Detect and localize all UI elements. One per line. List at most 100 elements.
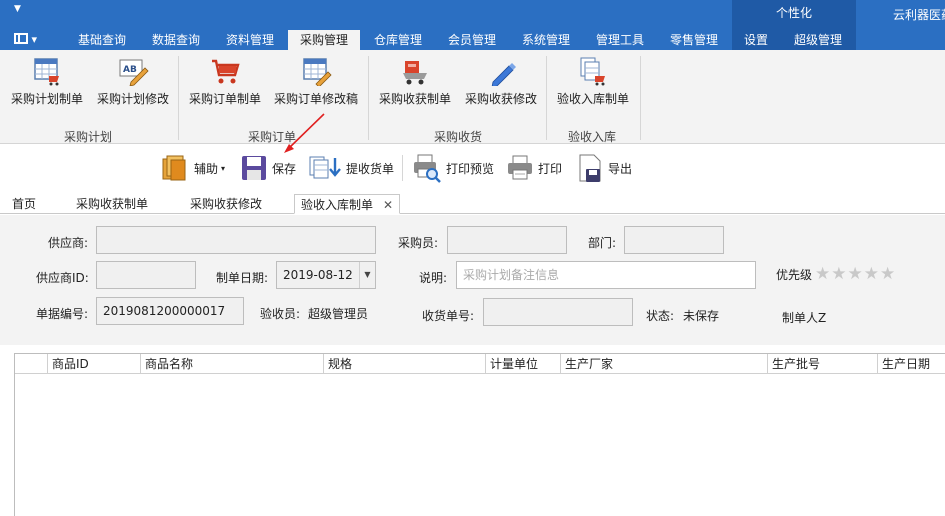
date-label: 制单日期: — [216, 271, 269, 285]
ribbon: 采购计划制单 AB 采购计划修改 采购计划 采购订单制单 采购订单修改稿 采购订… — [0, 50, 945, 144]
ribbon-group-purchase-receive: 采购收货 — [433, 130, 482, 144]
buyer-label: 采购员: — [398, 236, 439, 250]
tab-member-manage[interactable]: 会员管理 — [436, 30, 508, 50]
edit-order-icon — [303, 58, 332, 86]
tab-retail-manage[interactable]: 零售管理 — [658, 30, 730, 50]
column-header-product-name[interactable]: 商品名称 — [140, 354, 323, 374]
ribbon-divider — [546, 56, 547, 140]
ribbon-divider — [640, 56, 641, 140]
save-icon — [242, 156, 266, 180]
buyer-field[interactable] — [447, 226, 567, 254]
toolbar-divider — [402, 155, 403, 181]
print-preview-icon — [414, 154, 441, 183]
doc-tab-home[interactable]: 首页 — [12, 194, 36, 214]
remark-field[interactable]: 采购计划备注信息 — [456, 261, 756, 289]
cart-icon — [212, 59, 240, 84]
grid-header: 商品ID 商品名称 规格 计量单位 生产厂家 生产批号 生产日期 — [15, 354, 945, 374]
column-header-spec[interactable]: 规格 — [323, 354, 485, 374]
doc-tab-receive-edit[interactable]: 采购收获修改 — [190, 194, 262, 214]
tab-super-manage[interactable]: 超级管理 — [786, 30, 850, 50]
doc-no-value: 2019081200000017 — [103, 304, 226, 318]
purchase-order-edit-button[interactable]: 采购订单修改稿 — [272, 56, 360, 114]
app-menu-button[interactable]: ▾ — [14, 32, 44, 48]
export-button[interactable]: 导出 — [576, 153, 632, 183]
stock-in-form: 供应商: 采购员: 部门: 供应商ID: 制单日期: 2019-08-12 ▼ … — [0, 215, 945, 345]
save-label: 保存 — [272, 161, 297, 176]
ribbon-divider — [368, 56, 369, 140]
receipt-no-field[interactable] — [483, 298, 633, 326]
export-icon — [579, 154, 601, 182]
print-preview-button[interactable]: 打印预览 — [412, 153, 494, 183]
product-grid[interactable]: 商品ID 商品名称 规格 计量单位 生产厂家 生产批号 生产日期 — [14, 353, 945, 516]
column-header-unit[interactable]: 计量单位 — [485, 354, 560, 374]
purchase-plan-create-button[interactable]: 采购计划制单 — [8, 56, 86, 114]
dept-label: 部门: — [588, 236, 617, 250]
edit-plan-icon: AB — [119, 59, 149, 86]
column-header-production-date[interactable]: 生产日期 — [877, 354, 945, 374]
tab-data-query[interactable]: 数据查询 — [140, 30, 212, 50]
purchase-receive-edit-button[interactable]: 采购收获修改 — [462, 56, 540, 114]
menu-icon — [14, 33, 28, 44]
personalize-label[interactable]: 个性化 — [776, 4, 812, 21]
title-bar: ▼ 个性化 云利器医药 ▾ 基础查询 数据查询 资料管理 采购管理 仓库管理 会… — [0, 0, 945, 50]
document-tabs: 首页 采购收获制单 采购收获修改 验收入库制单 ✕ — [0, 192, 945, 214]
ribbon-button-label: 采购计划修改 — [96, 92, 169, 106]
remark-placeholder: 采购计划备注信息 — [463, 268, 560, 282]
column-header-product-id[interactable]: 商品ID — [47, 354, 140, 374]
priority-stars[interactable]: ★★★★★ — [815, 264, 896, 284]
supplier-field[interactable] — [96, 226, 376, 254]
chevron-down-icon: ▾ — [221, 163, 226, 173]
tab-basic-query[interactable]: 基础查询 — [66, 30, 138, 50]
stock-in-create-button[interactable]: 验收入库制单 — [554, 56, 632, 114]
print-label: 打印 — [538, 161, 563, 176]
tab-purchase-manage[interactable]: 采购管理 — [288, 30, 360, 50]
column-header-manufacturer[interactable]: 生产厂家 — [560, 354, 767, 374]
toolbar: 辅助 ▾ 保存 提收货单 打印预览 打印 导出 — [0, 113, 945, 191]
ribbon-button-label: 验收入库制单 — [556, 92, 629, 106]
ribbon-divider — [178, 56, 179, 140]
purchase-plan-icon — [34, 58, 59, 86]
stock-in-icon — [580, 57, 605, 86]
ribbon-group-purchase-plan: 采购计划 — [63, 130, 112, 144]
dept-field[interactable] — [624, 226, 724, 254]
purchase-order-create-button[interactable]: 采购订单制单 — [186, 56, 264, 114]
ribbon-button-label: 采购订单修改稿 — [273, 92, 358, 106]
date-field[interactable]: 2019-08-12 ▼ — [276, 261, 376, 289]
status-label: 状态: — [646, 309, 675, 323]
tab-data-manage[interactable]: 资料管理 — [214, 30, 286, 50]
purchase-plan-edit-button[interactable]: AB 采购计划修改 — [94, 56, 172, 114]
ribbon-group-stock-in: 验收入库 — [567, 130, 616, 144]
doc-tab-receive-create[interactable]: 采购收获制单 — [76, 194, 148, 214]
tab-settings[interactable]: 设置 — [736, 30, 776, 50]
doc-tab-stock-in-create[interactable]: 验收入库制单 ✕ — [294, 194, 401, 214]
purchase-receive-create-button[interactable]: 采购收获制单 — [376, 56, 454, 114]
quick-access-dropdown-icon[interactable]: ▼ — [14, 4, 21, 14]
maker-label: 制单人Z — [782, 311, 827, 325]
date-value: 2019-08-12 — [283, 268, 353, 282]
assist-label: 辅助 — [194, 161, 219, 176]
inspector-label: 验收员: — [260, 307, 301, 321]
pencil-icon — [491, 63, 516, 86]
column-header-batch-no[interactable]: 生产批号 — [767, 354, 877, 374]
ribbon-button-label: 采购收获修改 — [464, 92, 537, 106]
close-icon[interactable]: ✕ — [383, 198, 393, 212]
print-preview-label: 打印预览 — [446, 161, 495, 176]
export-label: 导出 — [608, 161, 633, 176]
annotation-arrow-icon — [284, 113, 325, 153]
doc-no-field[interactable]: 2019081200000017 — [96, 297, 244, 325]
assist-button[interactable]: 辅助 ▾ — [160, 153, 225, 183]
tab-tools[interactable]: 管理工具 — [584, 30, 656, 50]
books-icon — [162, 155, 186, 181]
supplier-id-field[interactable] — [96, 261, 196, 289]
tab-system-manage[interactable]: 系统管理 — [510, 30, 582, 50]
priority-label: 优先级 — [776, 268, 813, 282]
chevron-down-icon[interactable]: ▼ — [359, 262, 375, 288]
printer-icon — [508, 155, 532, 180]
ribbon-button-label: 采购计划制单 — [10, 92, 83, 106]
tab-warehouse-manage[interactable]: 仓库管理 — [362, 30, 434, 50]
print-button[interactable]: 打印 — [506, 153, 562, 183]
supplier-label: 供应商: — [48, 236, 89, 250]
receive-icon — [403, 61, 427, 85]
pick-receipt-label: 提收货单 — [346, 161, 395, 176]
doc-no-label: 单据编号: — [36, 307, 89, 321]
